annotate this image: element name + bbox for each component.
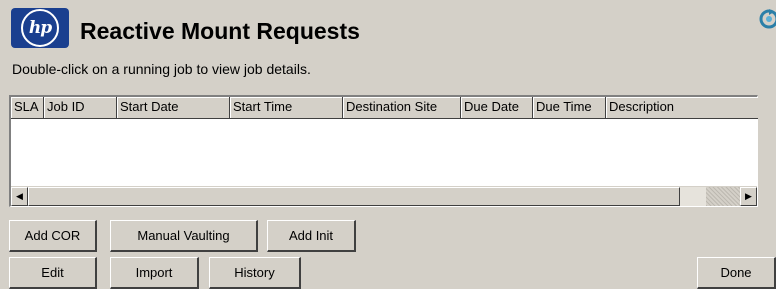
add-init-button[interactable]: Add Init [267, 220, 356, 252]
page-title: Reactive Mount Requests [80, 18, 360, 44]
column-header-start-time[interactable]: Start Time [230, 97, 343, 119]
table-header-row: SLA Job ID Start Date Start Time Destina… [11, 97, 758, 119]
table-body[interactable] [11, 119, 757, 186]
column-header-due-date[interactable]: Due Date [461, 97, 533, 119]
add-cor-button[interactable]: Add COR [9, 220, 97, 252]
manual-vaulting-button[interactable]: Manual Vaulting [110, 220, 258, 252]
column-header-job-id[interactable]: Job ID [44, 97, 117, 119]
arrow-right-icon: ▶ [745, 191, 752, 201]
arrow-left-icon: ◀ [16, 191, 23, 201]
import-button[interactable]: Import [110, 257, 199, 289]
column-header-start-date[interactable]: Start Date [117, 97, 230, 119]
horizontal-scrollbar[interactable]: ◀ ▶ [11, 186, 757, 206]
scroll-right-button[interactable]: ▶ [740, 187, 757, 206]
scroll-left-button[interactable]: ◀ [11, 187, 28, 206]
edit-button[interactable]: Edit [9, 257, 97, 289]
hp-logo: hp [11, 8, 69, 48]
instructions-text: Double-click on a running job to view jo… [12, 61, 311, 77]
column-header-sla[interactable]: SLA [11, 97, 44, 119]
refresh-icon[interactable] [758, 8, 776, 30]
column-header-description[interactable]: Description [606, 97, 758, 119]
history-button[interactable]: History [209, 257, 301, 289]
scrollbar-thumb[interactable] [28, 187, 680, 206]
done-button[interactable]: Done [697, 257, 776, 289]
scrollbar-track[interactable] [28, 187, 706, 206]
jobs-table[interactable]: SLA Job ID Start Date Start Time Destina… [9, 95, 758, 207]
column-header-due-time[interactable]: Due Time [533, 97, 606, 119]
scrollbar-disabled-region [706, 187, 740, 206]
hp-logo-mark: hp [21, 9, 59, 47]
column-header-destination-site[interactable]: Destination Site [343, 97, 461, 119]
